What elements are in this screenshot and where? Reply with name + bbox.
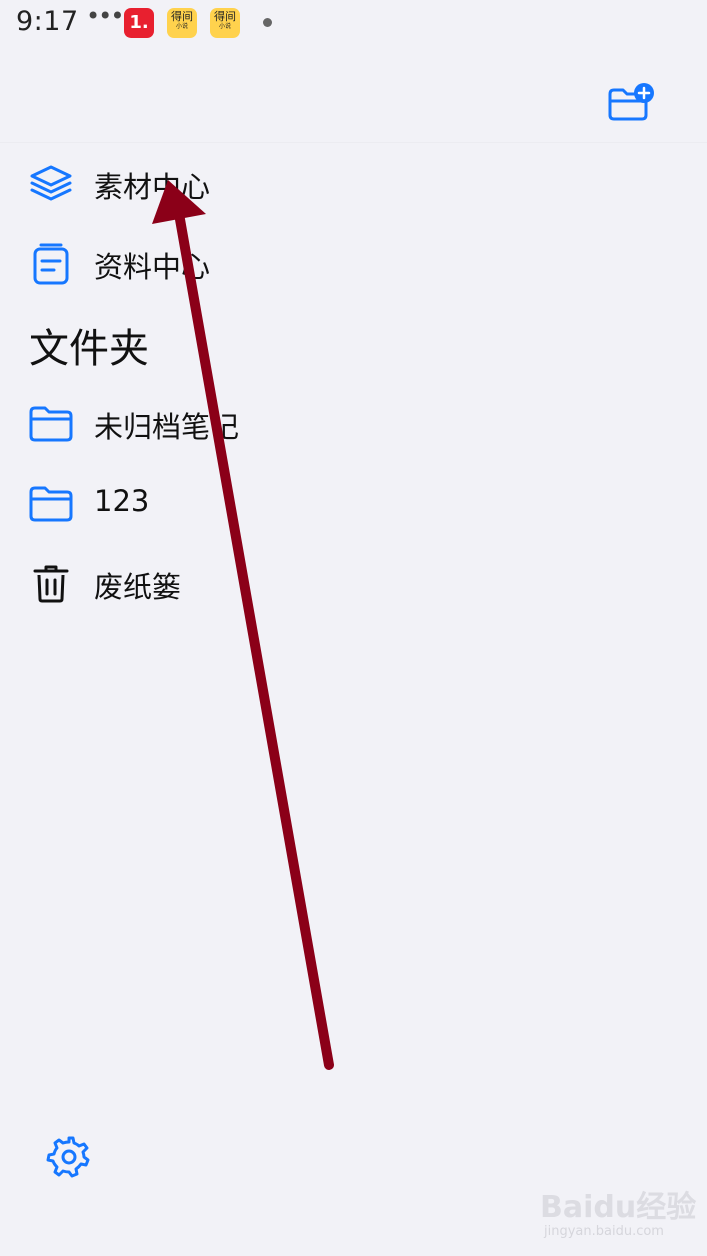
- menu-item-label: 素材中心: [94, 170, 211, 204]
- trash-icon: [33, 565, 69, 603]
- menu-item-materials[interactable]: 素材中心: [0, 148, 707, 218]
- menu-item-docs[interactable]: 资料中心: [0, 228, 707, 298]
- watermark: Baidu经验 jingyan.baidu.com: [540, 1178, 696, 1248]
- app-notification-icon: 得间 小说: [167, 8, 197, 38]
- divider: [0, 142, 707, 143]
- status-time: 9:17: [16, 6, 79, 37]
- folder-item-trash[interactable]: 废纸篓: [0, 548, 707, 618]
- status-bar: 9:17 ••• 1. 得间 小说 得间 小说: [0, 0, 707, 48]
- app-badge-text: 得间: [171, 10, 193, 23]
- folder-plus-icon: [608, 83, 654, 121]
- layers-icon: [30, 165, 72, 201]
- folder-icon: [29, 406, 73, 442]
- settings-button[interactable]: [46, 1134, 92, 1180]
- app-badge-subtext: 小说: [218, 23, 231, 30]
- folder-item-label: 未归档笔记: [94, 410, 240, 444]
- watermark-url: jingyan.baidu.com: [544, 1224, 664, 1239]
- top-bar: [0, 48, 707, 143]
- app-notification-icon: 1.: [124, 8, 154, 38]
- new-folder-button[interactable]: [606, 80, 658, 126]
- document-icon: [33, 243, 69, 285]
- section-title: 文件夹: [29, 326, 149, 372]
- watermark-logo: Baidu经验: [540, 1190, 697, 1225]
- app-badge-subtext: 小说: [175, 23, 188, 30]
- gear-icon: [46, 1136, 90, 1178]
- app-badge-text: 得间: [214, 10, 236, 23]
- status-dot-icon: [263, 18, 272, 27]
- folder-item-label: 废纸篓: [94, 570, 182, 604]
- status-overflow-icon: •••: [86, 2, 124, 30]
- folder-item-123[interactable]: 123: [0, 468, 707, 538]
- folder-item-label: 123: [94, 484, 150, 518]
- folder-item-unarchived[interactable]: 未归档笔记: [0, 388, 707, 458]
- menu-item-label: 资料中心: [94, 250, 211, 284]
- folder-icon: [29, 486, 73, 522]
- app-notification-icon: 得间 小说: [210, 8, 240, 38]
